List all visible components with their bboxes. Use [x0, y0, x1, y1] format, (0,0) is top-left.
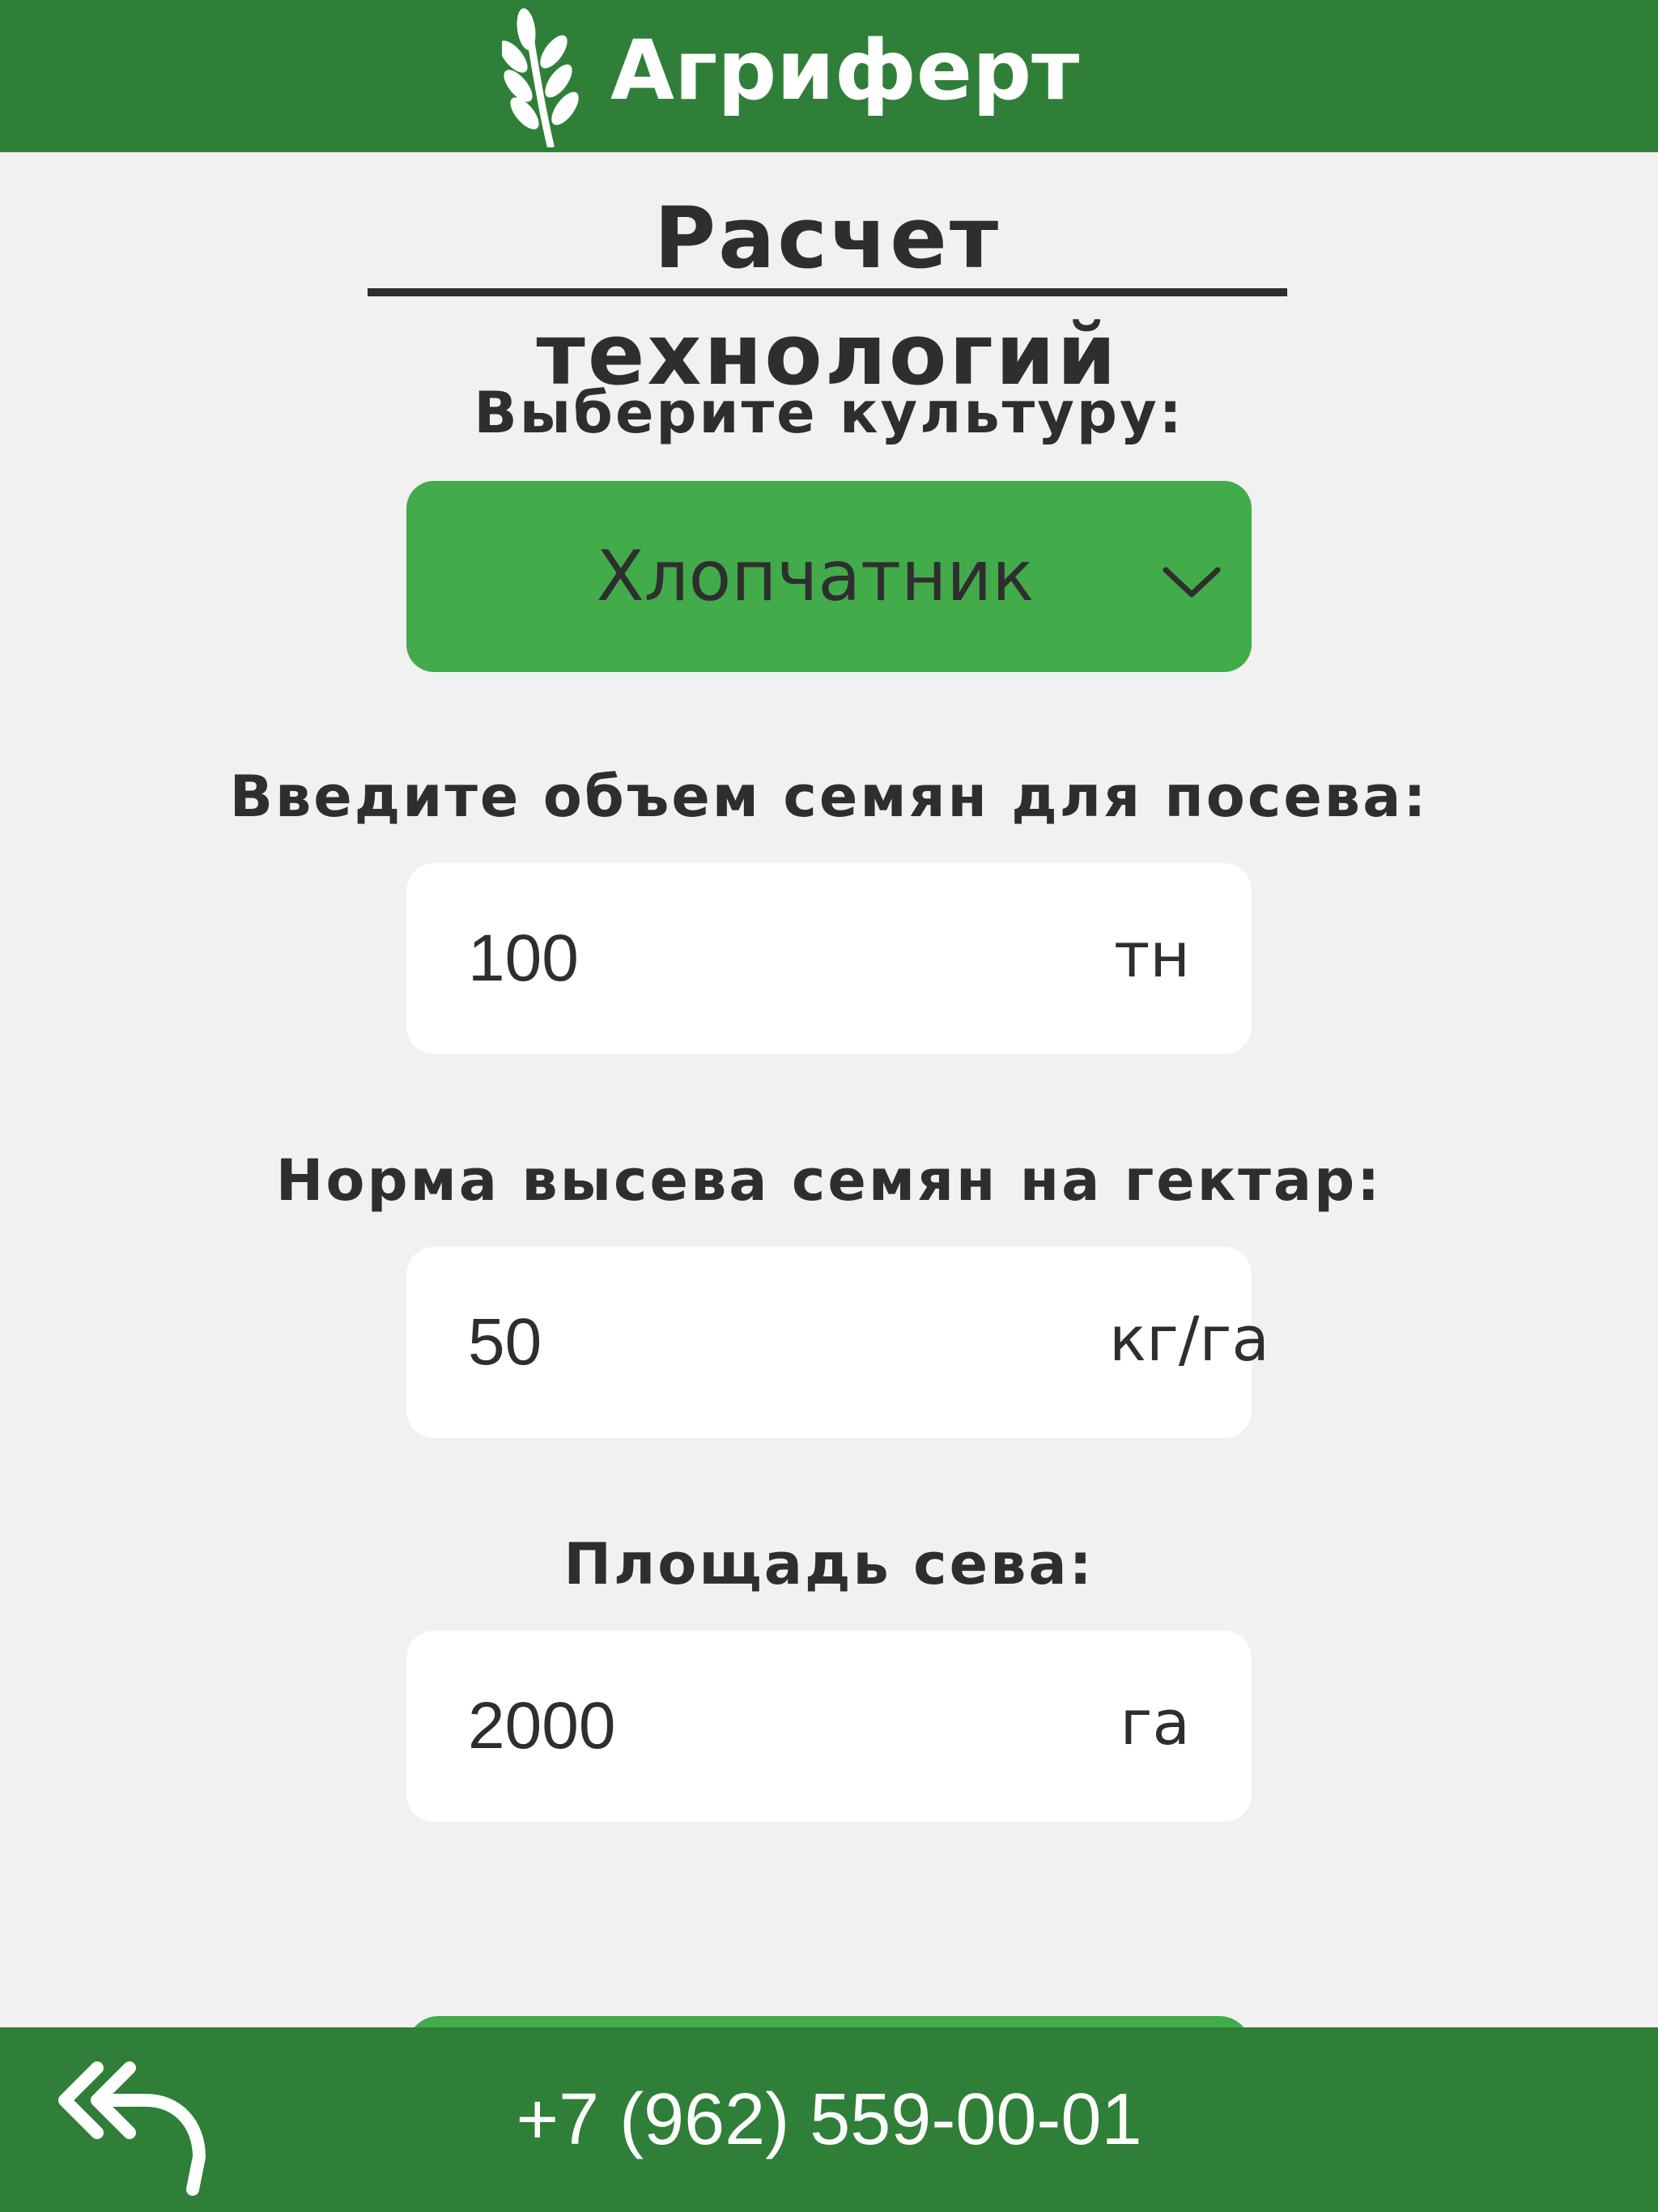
crop-label: Выберите культуру: [474, 380, 1184, 446]
crop-select[interactable]: Хлопчатник [406, 481, 1252, 672]
sowing-area-label: Площадь сева: [563, 1531, 1095, 1597]
sowing-area-unit: га [1120, 1687, 1190, 1759]
page-title: Расчет технологий [368, 180, 1287, 404]
chevron-down-icon [1163, 567, 1221, 598]
app-footer: +7 (962) 559-00-01 [0, 2027, 1658, 2212]
sowing-area-field[interactable]: 2000 га [406, 1631, 1252, 1822]
double-back-arrow-icon[interactable] [57, 2052, 219, 2197]
seed-volume-unit: тн [1114, 919, 1190, 991]
app-header: Агриферт [0, 0, 1658, 152]
seeding-rate-unit: кг/га [1109, 1303, 1269, 1375]
crop-select-value: Хлопчатник [596, 536, 1035, 617]
wheat-icon [502, 8, 579, 147]
seeding-rate-input[interactable]: 50 [468, 1247, 542, 1438]
seed-volume-input[interactable]: 100 [468, 863, 579, 1054]
sowing-area-input[interactable]: 2000 [468, 1631, 615, 1822]
logo[interactable]: Агриферт [502, 0, 1079, 152]
seeding-rate-field[interactable]: 50 кг/га [406, 1247, 1269, 1438]
seed-volume-label: Введите объем семян для посева: [229, 764, 1429, 830]
seed-volume-field[interactable]: 100 тн [406, 863, 1252, 1054]
seeding-rate-label: Норма высева семян на гектар: [275, 1147, 1383, 1214]
brand-name: Агриферт [610, 23, 1080, 119]
phone-number[interactable]: +7 (962) 559-00-01 [0, 2027, 1658, 2212]
